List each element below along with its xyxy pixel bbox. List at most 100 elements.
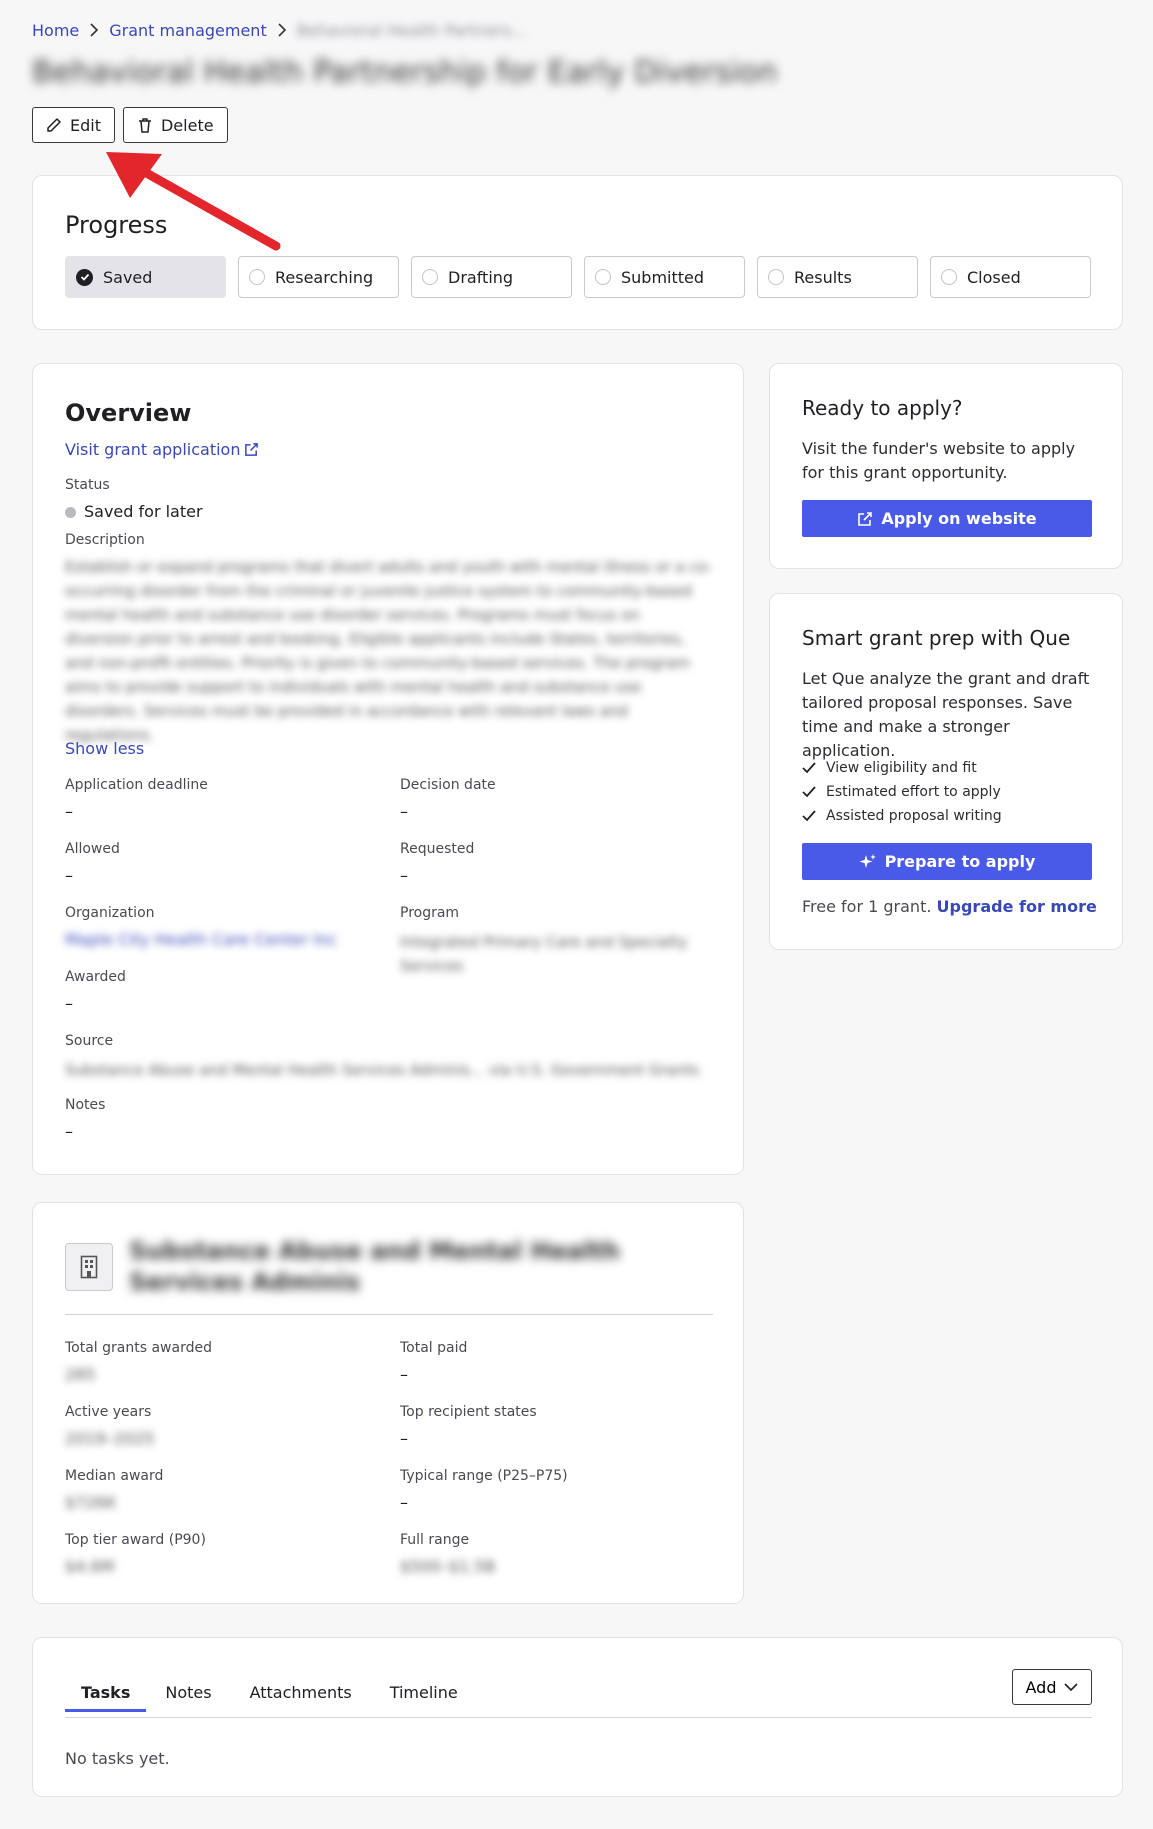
divider (65, 1314, 713, 1315)
top-recipient-states-label: Top recipient states (400, 1404, 537, 1420)
awarded-value: – (65, 994, 73, 1013)
awarded-label: Awarded (65, 969, 126, 985)
total-paid-value: – (400, 1365, 408, 1384)
median-award-value: $726K (65, 1493, 117, 1512)
description-label: Description (65, 532, 145, 548)
breadcrumb-current: Behavioral Health Partners... (296, 20, 527, 40)
tabs-divider (65, 1717, 1092, 1718)
allowed-value: – (65, 866, 73, 885)
radio-icon (941, 269, 957, 285)
tab-timeline[interactable]: Timeline (371, 1675, 477, 1710)
breadcrumb-grant-management-link[interactable]: Grant management (109, 21, 266, 40)
external-link-icon (858, 511, 873, 526)
step-label: Submitted (621, 267, 705, 287)
typical-range-label: Typical range (P25–P75) (400, 1468, 568, 1484)
ready-to-apply-text: Visit the funder's website to apply for … (802, 439, 1076, 482)
median-award-label: Median award (65, 1468, 164, 1484)
total-grants-awarded-label: Total grants awarded (65, 1340, 212, 1356)
step-saved[interactable]: Saved (65, 256, 226, 298)
full-range-value: $500–$1.5B (400, 1557, 496, 1576)
show-less-link[interactable]: Show less (65, 739, 144, 758)
radio-icon (595, 269, 611, 285)
tab-attachments[interactable]: Attachments (231, 1675, 371, 1710)
status-text: Saved for later (84, 502, 203, 521)
decision-date-value: – (400, 802, 408, 821)
top-recipient-states-value: – (400, 1429, 408, 1448)
requested-value: – (400, 866, 408, 885)
step-results[interactable]: Results (757, 256, 918, 298)
checkmark-icon (802, 810, 816, 822)
apply-on-website-button[interactable]: Apply on website (802, 500, 1092, 537)
program-label: Program (400, 905, 460, 921)
upgrade-link[interactable]: Upgrade for more (937, 897, 1097, 916)
decision-date-label: Decision date (400, 777, 496, 793)
prepare-to-apply-button[interactable]: Prepare to apply (802, 843, 1092, 880)
edit-button[interactable]: Edit (32, 107, 115, 143)
status-label: Status (65, 477, 110, 493)
program-value: Integrated Primary Care and Specialty Se… (400, 933, 688, 975)
step-drafting[interactable]: Drafting (411, 256, 572, 298)
que-card-text: Let Que analyze the grant and draft tail… (802, 669, 1090, 760)
tab-notes[interactable]: Notes (146, 1675, 230, 1710)
progress-title: Progress (65, 211, 168, 239)
organization-label: Organization (65, 905, 155, 921)
add-dropdown-button[interactable]: Add (1012, 1669, 1092, 1705)
check-circle-icon (76, 268, 93, 286)
ready-to-apply-title: Ready to apply? (802, 396, 963, 420)
que-card-title: Smart grant prep with Que (802, 626, 1071, 650)
que-feature-list: View eligibility and fit Estimated effor… (802, 756, 1002, 828)
list-item: Assisted proposal writing (802, 804, 1002, 828)
radio-icon (422, 269, 438, 285)
free-grant-note: Free for 1 grant. Upgrade for more (802, 897, 1097, 916)
building-icon (65, 1243, 113, 1291)
funder-name: Substance Abuse and Mental Health Servic… (129, 1237, 620, 1296)
radio-icon (249, 269, 265, 285)
prepare-button-label: Prepare to apply (884, 852, 1036, 871)
free-text: Free for 1 grant. (802, 897, 932, 916)
allowed-label: Allowed (65, 841, 120, 857)
step-submitted[interactable]: Submitted (584, 256, 745, 298)
step-researching[interactable]: Researching (238, 256, 399, 298)
active-years-label: Active years (65, 1404, 152, 1420)
full-range-label: Full range (400, 1532, 470, 1548)
sparkle-icon (859, 853, 876, 868)
step-label: Drafting (448, 267, 514, 287)
total-grants-awarded-value: 285 (65, 1365, 96, 1384)
checkmark-icon (802, 786, 816, 798)
requested-label: Requested (400, 841, 475, 857)
add-button-label: Add (1025, 1677, 1057, 1697)
trash-icon (138, 118, 151, 133)
feature-label: Estimated effort to apply (826, 784, 1001, 800)
application-deadline-label: Application deadline (65, 777, 208, 793)
page-actions: Edit Delete (32, 107, 228, 143)
activity-card: Tasks Notes Attachments Timeline Add No … (32, 1637, 1123, 1797)
delete-button-label: Delete (160, 115, 214, 135)
step-closed[interactable]: Closed (930, 256, 1091, 298)
empty-tasks-message: No tasks yet. (65, 1749, 170, 1768)
page-title: Behavioral Health Partnership for Early … (32, 55, 778, 90)
overview-card: Overview Visit grant application Status … (32, 363, 744, 1175)
visit-grant-application-link[interactable]: Visit grant application (65, 440, 259, 459)
source-label: Source (65, 1033, 114, 1049)
progress-card: Progress Saved Researching Drafting Subm… (32, 175, 1123, 330)
smart-grant-prep-card: Smart grant prep with Que Let Que analyz… (769, 593, 1123, 950)
typical-range-value: – (400, 1493, 408, 1512)
list-item: View eligibility and fit (802, 756, 1002, 780)
tab-tasks[interactable]: Tasks (65, 1675, 147, 1712)
breadcrumb-home-link[interactable]: Home (32, 21, 79, 40)
overview-title: Overview (65, 399, 192, 427)
chevron-down-icon (1064, 1682, 1079, 1691)
progress-steps: Saved Researching Drafting Submitted Res… (65, 256, 1091, 298)
organization-link[interactable]: Maple City Health Care Center Inc (65, 930, 337, 949)
visit-link-label: Visit grant application (65, 440, 241, 459)
step-label: Results (794, 267, 852, 287)
notes-label: Notes (65, 1097, 106, 1113)
top-tier-award-label: Top tier award (P90) (65, 1532, 206, 1548)
delete-button[interactable]: Delete (122, 107, 228, 143)
radio-icon (768, 269, 784, 285)
external-link-icon (245, 443, 259, 456)
checkmark-icon (802, 762, 816, 774)
status-dot-icon (65, 507, 76, 518)
top-tier-award-value: $4.6M (65, 1557, 115, 1576)
source-value: Substance Abuse and Mental Health Servic… (65, 1061, 700, 1079)
